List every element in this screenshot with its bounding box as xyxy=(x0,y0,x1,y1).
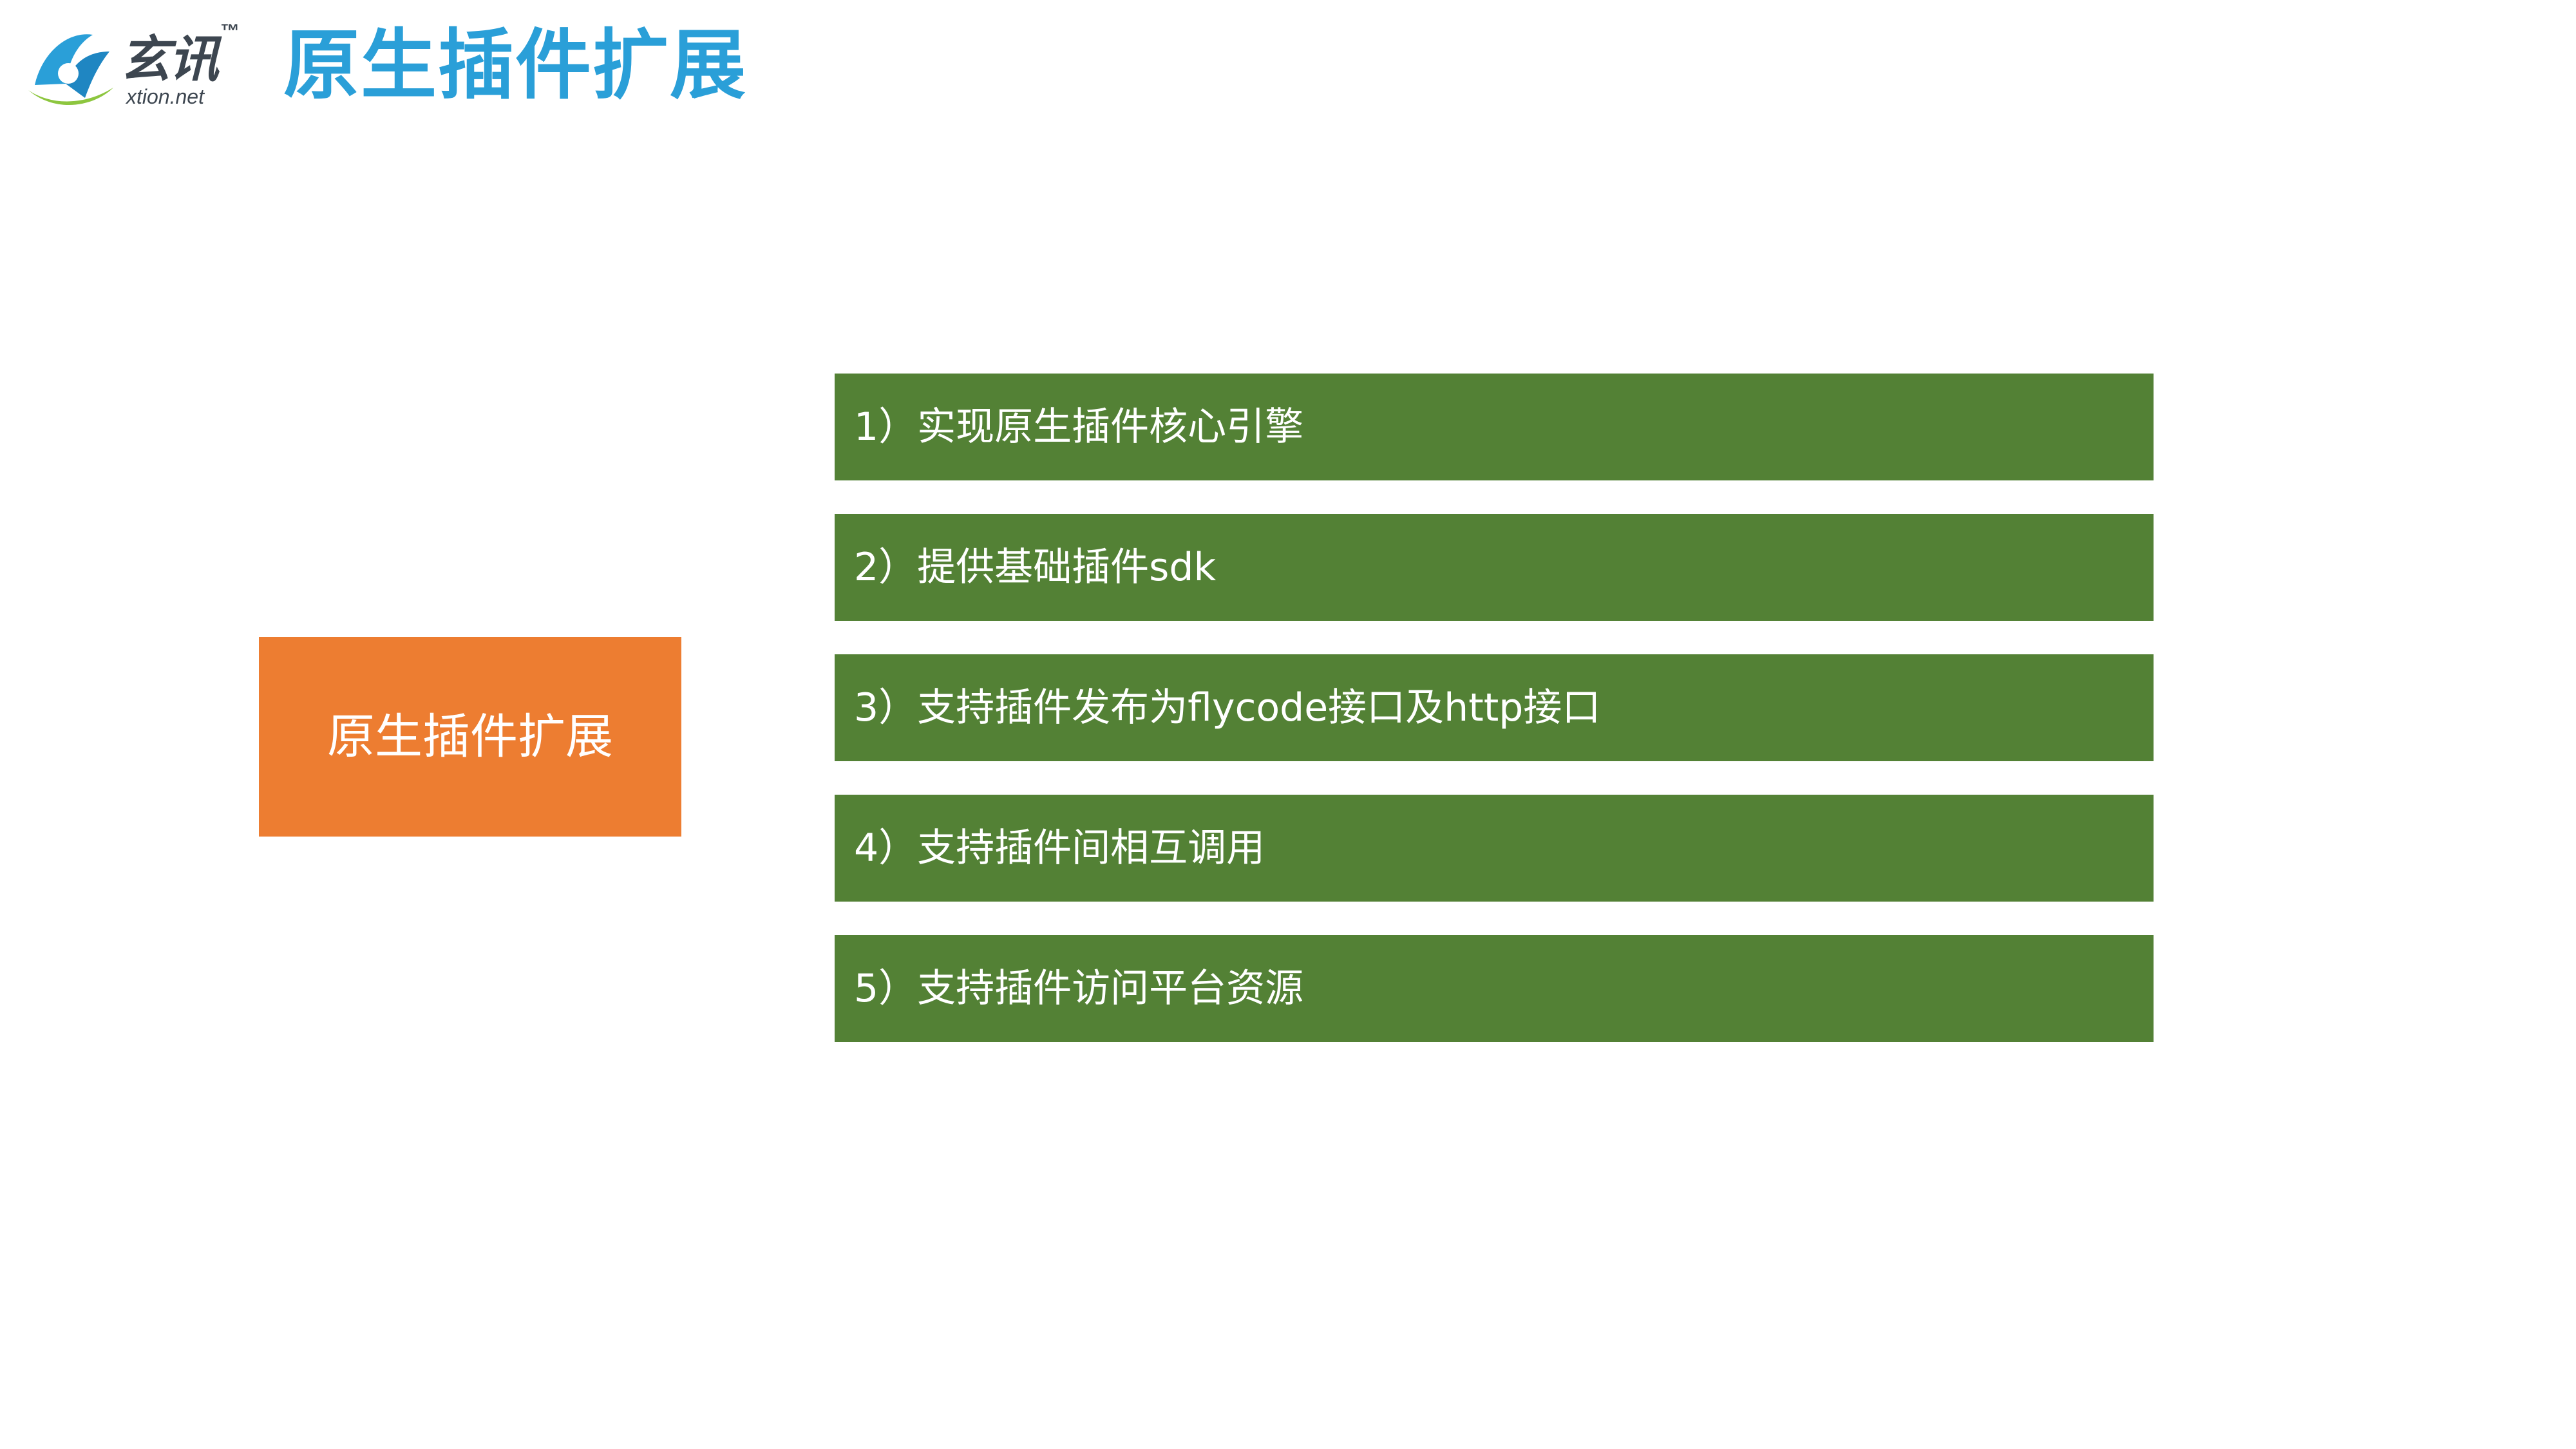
logo-chinese-text: 玄讯 xyxy=(120,31,219,89)
logo-domain-text: xtion.net xyxy=(126,85,204,108)
main-topic-label: 原生插件扩展 xyxy=(327,709,613,764)
feature-item-label: 4）支持插件间相互调用 xyxy=(854,826,1265,871)
feature-item-label: 2）提供基础插件sdk xyxy=(854,545,1217,590)
feature-item: 3）支持插件发布为flycode接口及http接口 xyxy=(835,654,2154,761)
feature-item: 1）实现原生插件核心引擎 xyxy=(835,374,2154,480)
feature-item: 2）提供基础插件sdk xyxy=(835,514,2154,621)
main-topic-box: 原生插件扩展 xyxy=(259,637,681,837)
page-title: 原生插件扩展 xyxy=(283,21,748,109)
brand-logo: 玄讯 ™ xtion.net xyxy=(23,19,255,109)
feature-item: 5）支持插件访问平台资源 xyxy=(835,935,2154,1042)
feature-item-label: 5）支持插件访问平台资源 xyxy=(854,966,1304,1011)
logo-trademark: ™ xyxy=(220,21,240,42)
logo-mark-icon xyxy=(28,34,113,106)
feature-list: 1）实现原生插件核心引擎 2）提供基础插件sdk 3）支持插件发布为flycod… xyxy=(835,374,2154,1075)
feature-item: 4）支持插件间相互调用 xyxy=(835,795,2154,902)
slide: 玄讯 ™ xtion.net 原生插件扩展 原生插件扩展 1）实现原生插件核心引… xyxy=(0,0,2576,1449)
feature-item-label: 1）实现原生插件核心引擎 xyxy=(854,404,1304,450)
feature-item-label: 3）支持插件发布为flycode接口及http接口 xyxy=(854,685,1601,730)
